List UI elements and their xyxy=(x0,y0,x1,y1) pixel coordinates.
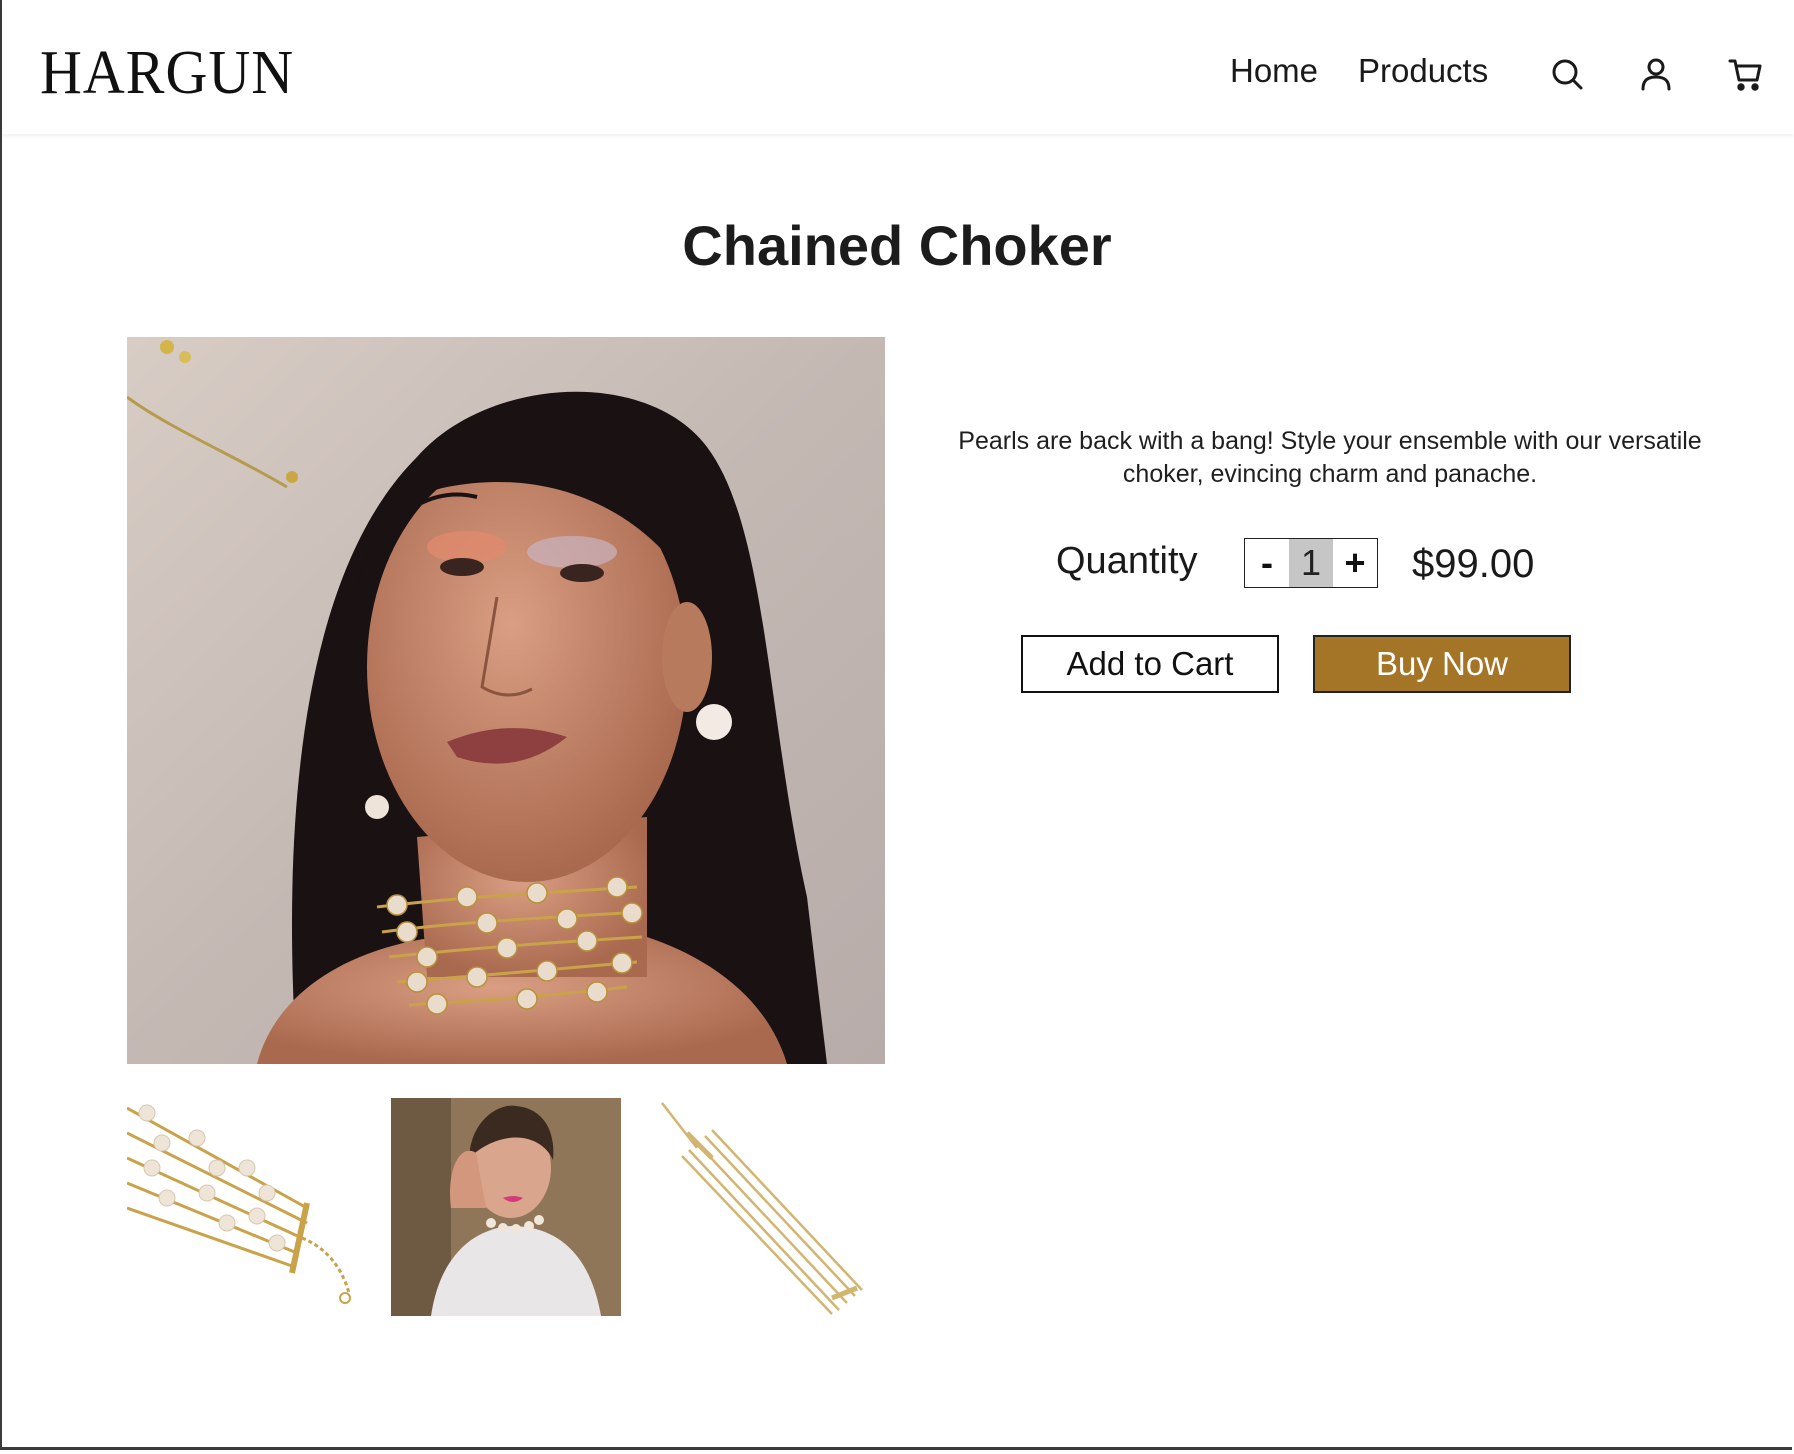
product-description: Pearls are back with a bang! Style your … xyxy=(958,427,1702,488)
search-icon[interactable] xyxy=(1547,54,1587,94)
thumbnail-model-wearing[interactable] xyxy=(391,1098,621,1316)
brand-logo[interactable]: HARGUN xyxy=(40,36,294,108)
nav-home-link[interactable]: Home xyxy=(1230,52,1318,90)
thumbnail-choker-angle[interactable] xyxy=(657,1098,887,1316)
quantity-stepper: - 1 + xyxy=(1244,538,1378,588)
buy-now-button[interactable]: Buy Now xyxy=(1313,635,1571,693)
account-icon[interactable] xyxy=(1636,54,1676,94)
nav-products-link[interactable]: Products xyxy=(1358,52,1488,90)
quantity-label: Quantity xyxy=(1056,540,1198,582)
product-title: Chained Choker xyxy=(682,214,1112,277)
site-header: HARGUN Home Products xyxy=(2,0,1794,134)
quantity-increment-button[interactable]: + xyxy=(1333,539,1377,587)
product-price: $99.00 xyxy=(1412,542,1535,586)
add-to-cart-button[interactable]: Add to Cart xyxy=(1021,635,1279,693)
quantity-decrement-button[interactable]: - xyxy=(1245,539,1289,587)
main-product-image xyxy=(127,337,885,1064)
quantity-value[interactable]: 1 xyxy=(1289,539,1333,587)
cart-icon[interactable] xyxy=(1726,54,1766,94)
thumbnail-choker-flat[interactable] xyxy=(127,1098,357,1316)
